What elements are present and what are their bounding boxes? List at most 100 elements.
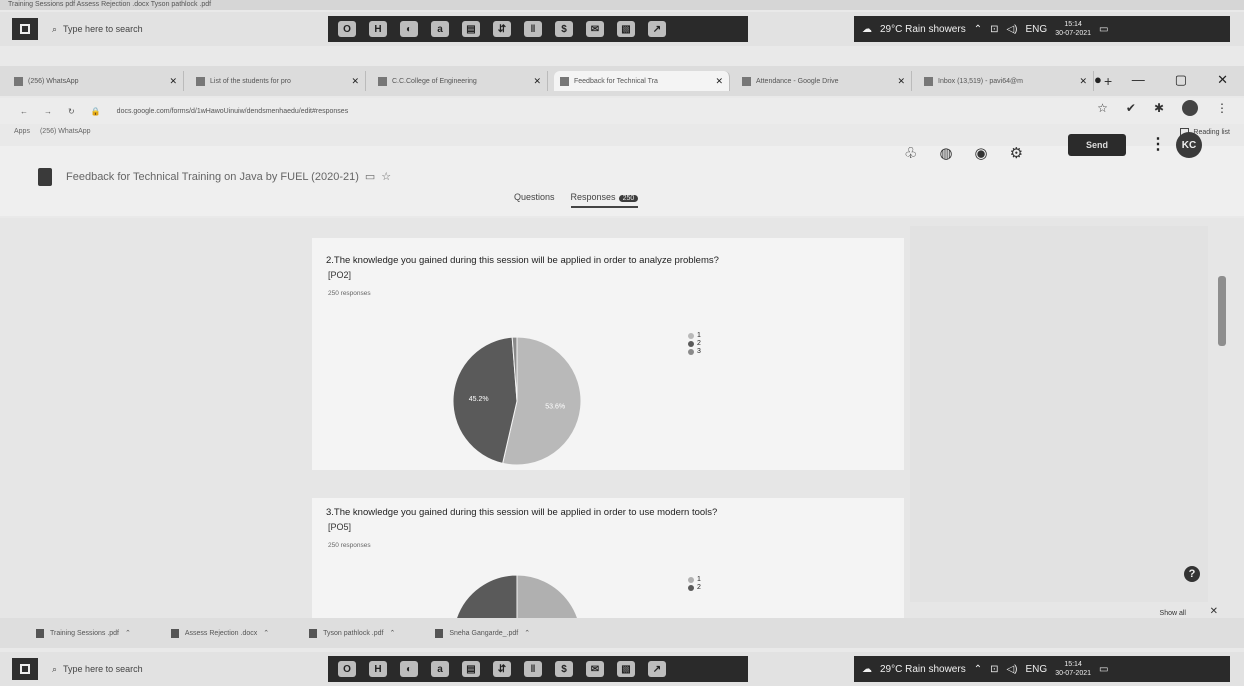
forms-logo-icon[interactable] <box>38 168 52 186</box>
app-icon-8[interactable]: $ <box>555 21 573 37</box>
close-tab-icon[interactable]: ✕ <box>533 76 541 87</box>
profile-icon[interactable] <box>1182 100 1198 116</box>
dropbox-icon[interactable]: ⇵ <box>493 661 511 677</box>
clock[interactable]: 15:14 30-07-2021 <box>1055 20 1091 38</box>
extensions-icon[interactable]: ✱ <box>1154 101 1164 115</box>
addon-icon[interactable]: ♧ <box>904 144 917 162</box>
chevron-up-icon[interactable]: ⌃ <box>389 629 395 637</box>
tab-responses[interactable]: Responses 250 <box>570 192 639 208</box>
windows-icon <box>20 24 30 34</box>
clock-time: 15:14 <box>1064 661 1082 668</box>
tab-college[interactable]: C.C.College of Engineering ✕ <box>372 71 548 91</box>
tab-whatsapp[interactable]: (256) WhatsApp ✕ <box>8 71 184 91</box>
close-tab-icon[interactable]: ✕ <box>715 76 723 87</box>
amazon-icon[interactable]: a <box>431 21 449 37</box>
download-item[interactable]: Training Sessions .pdf ⌃ <box>36 628 131 638</box>
close-tab-icon[interactable]: ✕ <box>169 76 177 87</box>
slice-label: 45.2% <box>469 396 489 403</box>
url-field[interactable]: docs.google.com/forms/d/1wHawoUinuiw/den… <box>117 108 349 115</box>
volume-icon[interactable]: ◁) <box>1006 24 1017 35</box>
palette-icon[interactable]: ◍ <box>939 144 952 162</box>
send-button[interactable]: Send <box>1068 134 1126 156</box>
download-item[interactable]: Tyson pathlock .pdf ⌃ <box>309 628 395 638</box>
notifications-icon[interactable]: ▭ <box>1099 664 1108 675</box>
network-icon[interactable]: ⊡ <box>990 664 998 675</box>
star-outline-icon[interactable]: ☆ <box>381 170 391 183</box>
close-tab-icon[interactable]: ✕ <box>1079 76 1087 87</box>
chevron-up-icon[interactable]: ⌃ <box>524 629 530 637</box>
folder-icon[interactable]: ▭ <box>365 170 375 183</box>
app-icon-10[interactable]: ▧ <box>617 661 635 677</box>
volume-icon[interactable]: ◁) <box>1006 664 1017 675</box>
right-margin <box>910 226 1208 602</box>
app-icon-10[interactable]: ▧ <box>617 21 635 37</box>
chevron-up-icon[interactable]: ⌃ <box>263 629 269 637</box>
back-icon[interactable]: ← <box>20 107 28 116</box>
language-indicator[interactable]: ENG <box>1026 24 1048 35</box>
reload-icon[interactable]: ↻ <box>68 107 75 116</box>
settings-gear-icon[interactable]: ⚙ <box>1010 144 1023 162</box>
star-icon[interactable]: ☆ <box>1097 101 1108 115</box>
check-icon[interactable]: ✔ <box>1126 101 1136 115</box>
app-icon-7[interactable]: ǁ <box>524 21 542 37</box>
dropbox-icon[interactable]: ⇵ <box>493 21 511 37</box>
app-icon-7[interactable]: ǁ <box>524 661 542 677</box>
tab-feedback-form[interactable]: Feedback for Technical Tra ✕ <box>554 71 730 91</box>
chevron-up-icon[interactable]: ⌃ <box>974 664 982 675</box>
tab-questions[interactable]: Questions <box>514 192 555 208</box>
download-item[interactable]: Assess Rejection .docx ⌃ <box>170 628 269 638</box>
chrome-icon[interactable]: ◐ <box>400 661 418 677</box>
more-options-icon[interactable]: ⋮ <box>1150 134 1166 154</box>
tab-attendance[interactable]: Attendance - Google Drive ✕ <box>736 71 912 91</box>
taskbar-search[interactable]: ⌕ Type here to search <box>52 664 312 675</box>
help-icon[interactable]: ? <box>1184 566 1200 582</box>
cortana-icon[interactable]: O <box>338 21 356 37</box>
pie-slice-2[interactable] <box>453 574 518 618</box>
maximize-icon[interactable]: ▢ <box>1175 72 1187 88</box>
task-view-icon[interactable]: H <box>369 21 387 37</box>
app-icon-11[interactable]: ↗ <box>648 661 666 677</box>
mail-icon[interactable]: ✉ <box>586 21 604 37</box>
minimize-icon[interactable]: — <box>1132 72 1145 88</box>
forward-icon[interactable]: → <box>44 107 52 116</box>
browser-menu-icon[interactable]: ● <box>1094 72 1102 88</box>
scrollbar[interactable] <box>1218 276 1226 346</box>
notifications-icon[interactable]: ▭ <box>1099 24 1108 35</box>
start-button[interactable] <box>12 658 38 680</box>
avatar[interactable]: KC <box>1176 132 1202 158</box>
download-item[interactable]: Sneha Gangarde_.pdf ⌃ <box>435 628 530 638</box>
chevron-up-icon[interactable]: ⌃ <box>125 629 131 637</box>
show-all-link[interactable]: Show all <box>1160 610 1186 617</box>
clock[interactable]: 15:14 30-07-2021 <box>1055 660 1091 678</box>
tab-label: (256) WhatsApp <box>28 77 79 85</box>
start-button[interactable] <box>12 18 38 40</box>
network-icon[interactable]: ⊡ <box>990 24 998 35</box>
close-window-icon[interactable]: ✕ <box>1217 72 1228 88</box>
close-tab-icon[interactable]: ✕ <box>351 76 359 87</box>
form-title-text[interactable]: Feedback for Technical Training on Java … <box>66 171 359 183</box>
app-icon-11[interactable]: ↗ <box>648 21 666 37</box>
mail-icon[interactable]: ✉ <box>586 661 604 677</box>
tab-inbox[interactable]: Inbox (13,519) - pavi64@m ✕ <box>918 71 1094 91</box>
chevron-up-icon[interactable]: ⌃ <box>974 24 982 35</box>
bookmark-whatsapp[interactable]: (256) WhatsApp <box>40 128 91 135</box>
more-icon[interactable]: ⋮ <box>1216 101 1228 115</box>
chrome-icon[interactable]: ◐ <box>400 21 418 37</box>
weather-text[interactable]: 29°C Rain showers <box>880 664 966 675</box>
app-icon-8[interactable]: $ <box>555 661 573 677</box>
language-indicator[interactable]: ENG <box>1026 664 1048 675</box>
preview-eye-icon[interactable]: ◉ <box>975 144 988 162</box>
gmail-icon <box>196 76 205 86</box>
close-downloads-icon[interactable]: ✕ <box>1210 606 1218 617</box>
task-view-icon[interactable]: H <box>369 661 387 677</box>
amazon-icon[interactable]: a <box>431 661 449 677</box>
taskbar-search[interactable]: ⌕ Type here to search <box>52 24 312 35</box>
tab-student-list[interactable]: List of the students for pro ✕ <box>190 71 366 91</box>
cortana-icon[interactable]: O <box>338 661 356 677</box>
bookmark-apps[interactable]: Apps <box>14 128 30 135</box>
close-tab-icon[interactable]: ✕ <box>897 76 905 87</box>
file-explorer-icon[interactable]: ▤ <box>462 661 480 677</box>
file-explorer-icon[interactable]: ▤ <box>462 21 480 37</box>
browser-tab-bar: (256) WhatsApp ✕ List of the students for… <box>0 66 1244 96</box>
weather-text[interactable]: 29°C Rain showers <box>880 24 966 35</box>
